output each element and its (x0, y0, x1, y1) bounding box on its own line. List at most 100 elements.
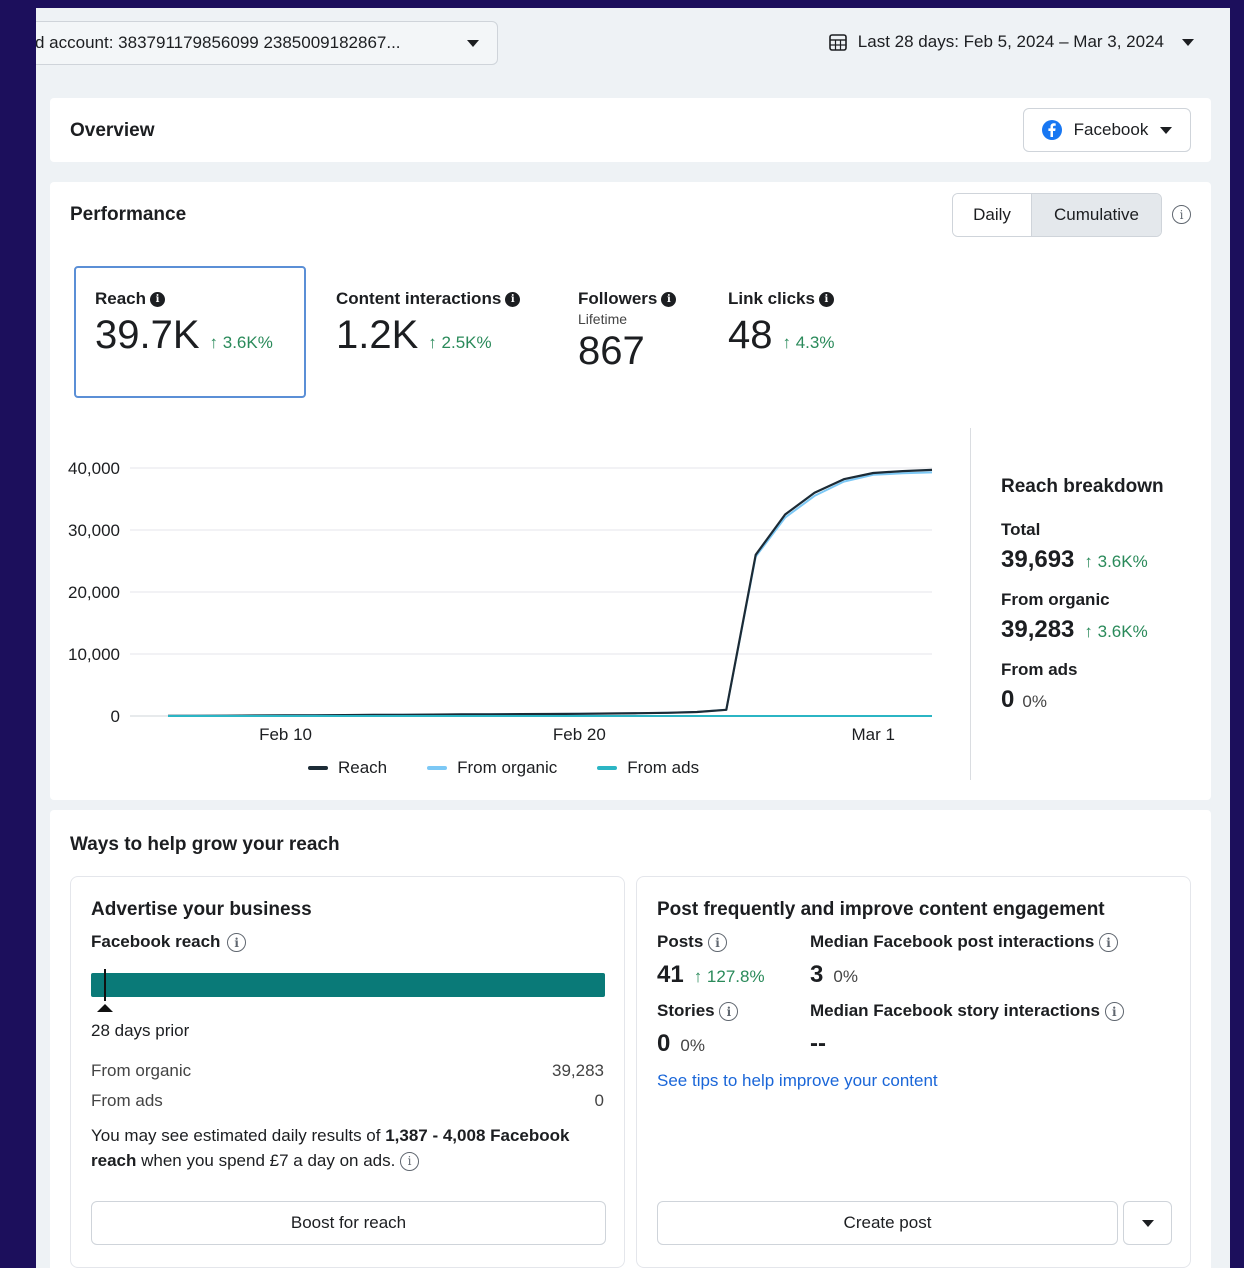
legend-swatch (427, 766, 448, 770)
legend-swatch (597, 766, 618, 770)
legend-label: From ads (627, 758, 700, 777)
adv-ads-label: From ads (91, 1091, 163, 1110)
metric-ci-value: 1.2K (336, 313, 419, 357)
overview-title: Overview (70, 120, 155, 141)
breakdown-ads-delta: 0% (1022, 692, 1047, 711)
date-range-dropdown[interactable]: Last 28 days: Feb 5, 2024 – Mar 3, 2024 (828, 32, 1194, 52)
info-icon[interactable]: i (400, 1152, 420, 1172)
info-icon[interactable]: i (1099, 933, 1119, 953)
posts-label-row: Posts i (657, 932, 728, 953)
date-range-label: Last 28 days: Feb 5, 2024 – Mar 3, 2024 (857, 32, 1164, 51)
metric-ci-delta: ↑ 2.5K% (428, 333, 492, 352)
posts-value-row: 41 ↑ 127.8% (657, 961, 765, 989)
insights-panel: d account: 383791179856099 2385009182867… (36, 8, 1230, 1268)
metric-followers[interactable]: Followers i Lifetime 867 (578, 289, 677, 374)
series-line-reach (167, 468, 933, 717)
view-toggle: Daily Cumulative (952, 193, 1162, 237)
info-icon[interactable]: i (227, 933, 247, 953)
legend-label: From organic (457, 758, 558, 777)
create-post-dropdown[interactable] (1123, 1201, 1172, 1245)
x-tick-label: Feb 20 (553, 725, 606, 744)
adv-organic-value: 39,283 (552, 1061, 604, 1080)
estimate-bold2: reach (91, 1151, 137, 1170)
x-tick-label: Mar 1 (851, 725, 894, 744)
metric-followers-label: Followers (578, 289, 658, 308)
breakdown-total-label: Total (1001, 520, 1041, 539)
info-icon[interactable]: i (818, 292, 834, 308)
top-bar: d account: 383791179856099 2385009182867… (36, 8, 1230, 88)
legend-ads[interactable]: From ads (597, 758, 699, 778)
median-post-value-row: 3 0% (810, 961, 858, 989)
breakdown-title: Reach breakdown (1001, 476, 1164, 497)
median-story-label-row: Median Facebook story interactions i (810, 1001, 1124, 1022)
chevron-down-icon (1141, 1219, 1154, 1227)
info-icon[interactable]: i (505, 292, 521, 308)
stories-value-row: 0 0% (657, 1030, 705, 1058)
y-tick-label: 40,000 (68, 459, 120, 478)
y-tick-label: 30,000 (68, 521, 120, 540)
create-post-button[interactable]: Create post (657, 1201, 1118, 1245)
tips-link[interactable]: See tips to help improve your content (657, 1071, 938, 1091)
y-tick-label: 10,000 (68, 645, 120, 664)
overview-card: Overview Facebook (50, 98, 1211, 162)
metric-lc-label: Link clicks (728, 289, 815, 308)
grow-reach-card: Ways to help grow your reach Advertise y… (50, 810, 1211, 1268)
legend-organic[interactable]: From organic (427, 758, 557, 778)
posts-value: 41 (657, 961, 684, 988)
platform-label: Facebook (1073, 120, 1149, 139)
info-icon[interactable]: i (1172, 205, 1191, 224)
post-title: Post frequently and improve content enga… (657, 899, 1105, 920)
info-icon[interactable]: i (719, 1002, 739, 1022)
breakdown-organic-delta: ↑ 3.6K% (1084, 622, 1148, 641)
median-post-delta: 0% (833, 967, 858, 986)
estimate-bold1: 1,387 - 4,008 Facebook (385, 1126, 570, 1145)
metric-reach[interactable]: Reach i 39.7K ↑ 3.6K% (74, 266, 306, 398)
breakdown-organic-label: From organic (1001, 590, 1110, 609)
metric-link-clicks[interactable]: Link clicks i 48 ↑ 4.3% (728, 289, 834, 358)
median-post-label: Median Facebook post interactions (810, 932, 1095, 951)
legend-reach[interactable]: Reach (308, 758, 387, 778)
reach-chart: 0 10,000 20,000 30,000 40,000 Feb 10 Feb 20 Mar… (68, 459, 933, 744)
stories-label: Stories (657, 1001, 715, 1020)
adv-ads-value: 0 (594, 1091, 604, 1110)
toggle-daily[interactable]: Daily (953, 194, 1031, 236)
x-tick-label: Feb 10 (259, 725, 312, 744)
facebook-icon (1041, 120, 1062, 140)
info-icon[interactable]: i (150, 292, 166, 308)
chart-legend: Reach From organic From ads (308, 758, 699, 778)
legend-swatch (308, 766, 328, 770)
chevron-down-icon (467, 40, 479, 47)
info-icon[interactable]: i (661, 292, 677, 308)
breakdown-organic-value: 39,283 (1001, 616, 1075, 643)
chart-divider (970, 428, 971, 780)
metric-reach-delta: ↑ 3.6K% (209, 333, 273, 352)
metric-lc-delta: ↑ 4.3% (782, 333, 835, 352)
info-icon[interactable]: i (708, 933, 728, 953)
info-icon[interactable]: i (1104, 1002, 1124, 1022)
calendar-icon (828, 34, 847, 51)
facebook-reach-label: Facebook reach (91, 932, 221, 951)
breakdown-total-delta: ↑ 3.6K% (1084, 552, 1148, 571)
ad-account-dropdown[interactable]: d account: 383791179856099 2385009182867… (36, 21, 498, 65)
y-tick-label: 0 (111, 707, 120, 726)
posts-delta: ↑ 127.8% (693, 967, 765, 986)
stories-delta: 0% (680, 1036, 705, 1055)
reach-breakdown: Reach breakdown Total 39,693 ↑ 3.6K% From… (1001, 476, 1201, 714)
y-tick-label: 20,000 (68, 583, 120, 602)
performance-card: Performance Daily Cumulative i Reach i 39… (50, 182, 1211, 800)
estimate-text: You may see estimated daily results of 1… (91, 1123, 611, 1173)
chevron-down-icon (1160, 126, 1173, 134)
facebook-reach-label-row: Facebook reach i (91, 932, 247, 953)
boost-for-reach-button[interactable]: Boost for reach (91, 1201, 606, 1245)
reach-bar (91, 973, 605, 997)
toggle-cumulative[interactable]: Cumulative (1031, 194, 1161, 236)
reach-bar-marker (104, 969, 106, 1001)
adv-organic-label: From organic (91, 1061, 192, 1080)
grow-title: Ways to help grow your reach (70, 834, 340, 855)
median-story-label: Median Facebook story interactions (810, 1001, 1101, 1020)
metric-content-interactions[interactable]: Content interactions i 1.2K ↑ 2.5K% (336, 289, 521, 358)
triangle-up-icon (97, 1004, 113, 1012)
platform-dropdown[interactable]: Facebook (1023, 108, 1191, 152)
chevron-down-icon (1182, 38, 1194, 46)
ad-account-label: d account: 383791179856099 2385009182867… (36, 33, 401, 52)
